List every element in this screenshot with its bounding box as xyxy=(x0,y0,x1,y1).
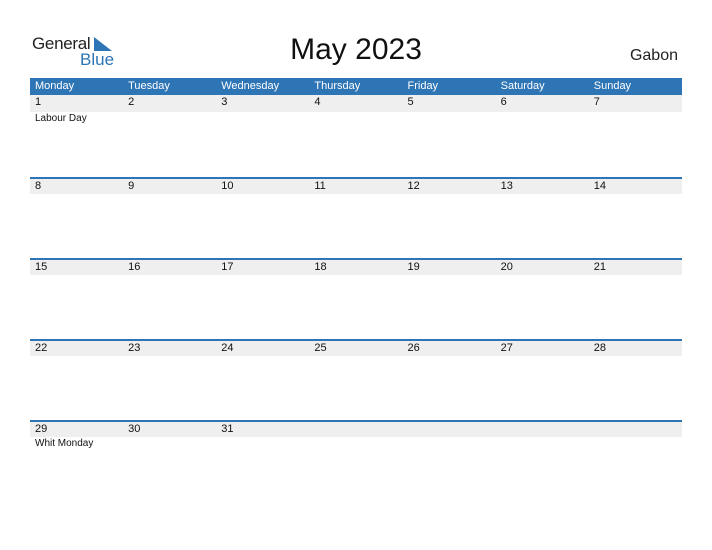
country-label: Gabon xyxy=(629,47,678,64)
week-row: 15 16 17 18 19 20 21 xyxy=(30,258,682,339)
holiday-label xyxy=(589,112,682,125)
weekday-wednesday: Wednesday xyxy=(221,80,280,92)
calendar-title: May 2023 xyxy=(290,33,422,66)
day-number: 23 xyxy=(128,342,141,354)
day-number: 26 xyxy=(407,342,420,354)
holiday-label xyxy=(403,437,496,450)
week-row: 22 23 24 25 26 27 28 xyxy=(30,339,682,420)
date-row: 29 30 31 xyxy=(30,422,682,437)
day-number: 2 xyxy=(128,96,135,108)
day-number xyxy=(496,422,589,437)
day-number: 13 xyxy=(500,180,513,192)
holiday-label xyxy=(589,437,682,450)
holiday-label xyxy=(309,437,402,450)
day-number: 27 xyxy=(500,342,513,354)
day-number: 16 xyxy=(128,261,141,273)
day-number: 7 xyxy=(593,96,600,108)
weekday-tuesday: Tuesday xyxy=(128,80,170,92)
date-row: 22 23 24 25 26 27 28 xyxy=(30,341,682,356)
day-number: 14 xyxy=(593,180,606,192)
day-number: 17 xyxy=(221,261,234,273)
holiday-label: Labour Day xyxy=(35,113,87,124)
day-number: 24 xyxy=(221,342,234,354)
week-row: 29 30 31 Whit Monday xyxy=(30,420,682,501)
weekday-sunday: Sunday xyxy=(593,80,632,92)
date-row: 1 2 3 4 5 6 7 xyxy=(30,95,682,112)
day-number: 31 xyxy=(221,423,234,435)
week-row: 1 2 3 4 5 6 7 Labour Day xyxy=(30,95,682,177)
day-number: 21 xyxy=(593,261,606,273)
weekday-saturday: Saturday xyxy=(500,80,545,92)
holiday-label xyxy=(309,112,402,125)
day-number: 19 xyxy=(407,261,420,273)
day-number: 22 xyxy=(35,342,48,354)
day-number: 30 xyxy=(128,423,141,435)
day-number: 1 xyxy=(35,96,42,108)
weekday-friday: Friday xyxy=(407,80,439,92)
event-row: Whit Monday xyxy=(30,437,682,450)
day-number: 20 xyxy=(500,261,513,273)
day-number: 15 xyxy=(35,261,48,273)
holiday-label xyxy=(403,112,496,125)
day-number: 4 xyxy=(314,96,321,108)
weekday-monday: Monday xyxy=(35,80,75,92)
day-number: 12 xyxy=(407,180,420,192)
day-number: 10 xyxy=(221,180,234,192)
day-number: 6 xyxy=(500,96,507,108)
weekday-header: Monday Tuesday Wednesday Thursday Friday… xyxy=(30,78,682,95)
weekday-thursday: Thursday xyxy=(314,80,361,92)
day-number: 3 xyxy=(221,96,228,108)
day-number: 18 xyxy=(314,261,327,273)
date-row: 15 16 17 18 19 20 21 xyxy=(30,260,682,275)
day-number: 9 xyxy=(128,180,135,192)
day-number: 11 xyxy=(314,180,326,192)
holiday-label xyxy=(496,437,589,450)
holiday-label: Whit Monday xyxy=(35,438,94,449)
day-number: 28 xyxy=(593,342,606,354)
calendar-grid: Monday Tuesday Wednesday Thursday Friday… xyxy=(30,78,682,501)
date-row: 8 9 10 11 12 13 14 xyxy=(30,179,682,194)
day-number xyxy=(309,422,402,437)
week-row: 8 9 10 11 12 13 14 xyxy=(30,177,682,258)
day-number xyxy=(403,422,496,437)
event-row: Labour Day xyxy=(30,112,682,125)
holiday-label xyxy=(216,437,309,450)
day-number xyxy=(589,422,682,437)
holiday-label xyxy=(496,112,589,125)
day-number: 5 xyxy=(407,96,414,108)
day-number: 29 xyxy=(35,423,48,435)
holiday-label xyxy=(123,112,216,125)
holiday-label xyxy=(216,112,309,125)
day-number: 8 xyxy=(35,180,42,192)
day-number: 25 xyxy=(314,342,327,354)
holiday-label xyxy=(123,437,216,450)
